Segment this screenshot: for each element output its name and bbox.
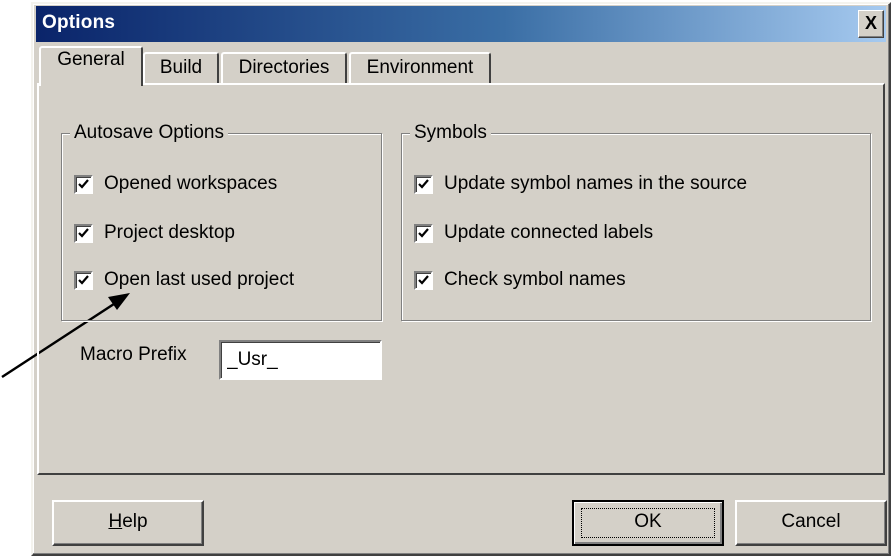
checkbox-box[interactable] bbox=[74, 174, 93, 194]
close-icon: X bbox=[864, 13, 877, 33]
checkbox-label: Check symbol names bbox=[444, 269, 626, 290]
check-icon bbox=[78, 274, 89, 285]
check-icon bbox=[78, 227, 89, 238]
dialog-title: Options bbox=[42, 12, 116, 33]
autosave-project-desktop-checkbox[interactable]: Project desktop bbox=[74, 221, 235, 245]
autosave-options-group: Autosave Options Opened workspaces Proje… bbox=[61, 122, 382, 321]
checkbox-box[interactable] bbox=[414, 270, 433, 290]
help-button[interactable]: Help bbox=[52, 500, 204, 546]
tab-directories-label: Directories bbox=[238, 57, 330, 78]
help-button-label: elp bbox=[122, 511, 148, 532]
symbols-group-title: Symbols bbox=[410, 122, 491, 144]
screenshot-stage: Options X General Build Directories Envi… bbox=[0, 0, 895, 558]
checkbox-label: Update symbol names in the source bbox=[444, 173, 748, 194]
tab-directories[interactable]: Directories bbox=[221, 52, 347, 84]
tab-general-label: General bbox=[57, 49, 125, 70]
checkbox-box[interactable] bbox=[414, 223, 433, 243]
checkbox-label: Update connected labels bbox=[444, 222, 654, 243]
help-button-mnemonic: H bbox=[108, 511, 123, 532]
ok-button[interactable]: OK bbox=[572, 500, 724, 546]
tab-environment-label: Environment bbox=[366, 57, 474, 78]
checkbox-box[interactable] bbox=[74, 270, 93, 290]
focus-rectangle bbox=[581, 508, 715, 538]
check-icon bbox=[418, 227, 429, 238]
checkbox-label: Opened workspaces bbox=[104, 173, 278, 194]
autosave-opened-workspaces-checkbox[interactable]: Opened workspaces bbox=[74, 172, 277, 196]
symbols-check-names-checkbox[interactable]: Check symbol names bbox=[414, 268, 626, 292]
autosave-group-title: Autosave Options bbox=[70, 122, 228, 144]
symbols-group: Symbols Update symbol names in the sourc… bbox=[401, 122, 871, 321]
options-dialog: Options X General Build Directories Envi… bbox=[31, 2, 891, 556]
tab-build-label: Build bbox=[159, 57, 203, 78]
symbols-update-names-checkbox[interactable]: Update symbol names in the source bbox=[414, 172, 747, 196]
tab-build[interactable]: Build bbox=[143, 52, 219, 84]
checkbox-box[interactable] bbox=[74, 223, 93, 243]
general-tab-panel: Autosave Options Opened workspaces Proje… bbox=[37, 83, 885, 475]
title-bar[interactable]: Options X bbox=[36, 6, 886, 42]
checkbox-label: Project desktop bbox=[104, 222, 235, 243]
tab-general[interactable]: General bbox=[39, 46, 143, 86]
tab-environment[interactable]: Environment bbox=[349, 52, 491, 84]
cancel-button-label: Cancel bbox=[781, 511, 841, 532]
check-icon bbox=[78, 178, 89, 189]
checkbox-box[interactable] bbox=[414, 174, 433, 194]
checkbox-label: Open last used project bbox=[104, 269, 295, 290]
autosave-open-last-project-checkbox[interactable]: Open last used project bbox=[74, 268, 294, 292]
check-icon bbox=[418, 274, 429, 285]
symbols-update-labels-checkbox[interactable]: Update connected labels bbox=[414, 221, 653, 245]
check-icon bbox=[418, 178, 429, 189]
cancel-button[interactable]: Cancel bbox=[735, 500, 887, 546]
close-button[interactable]: X bbox=[858, 10, 884, 38]
